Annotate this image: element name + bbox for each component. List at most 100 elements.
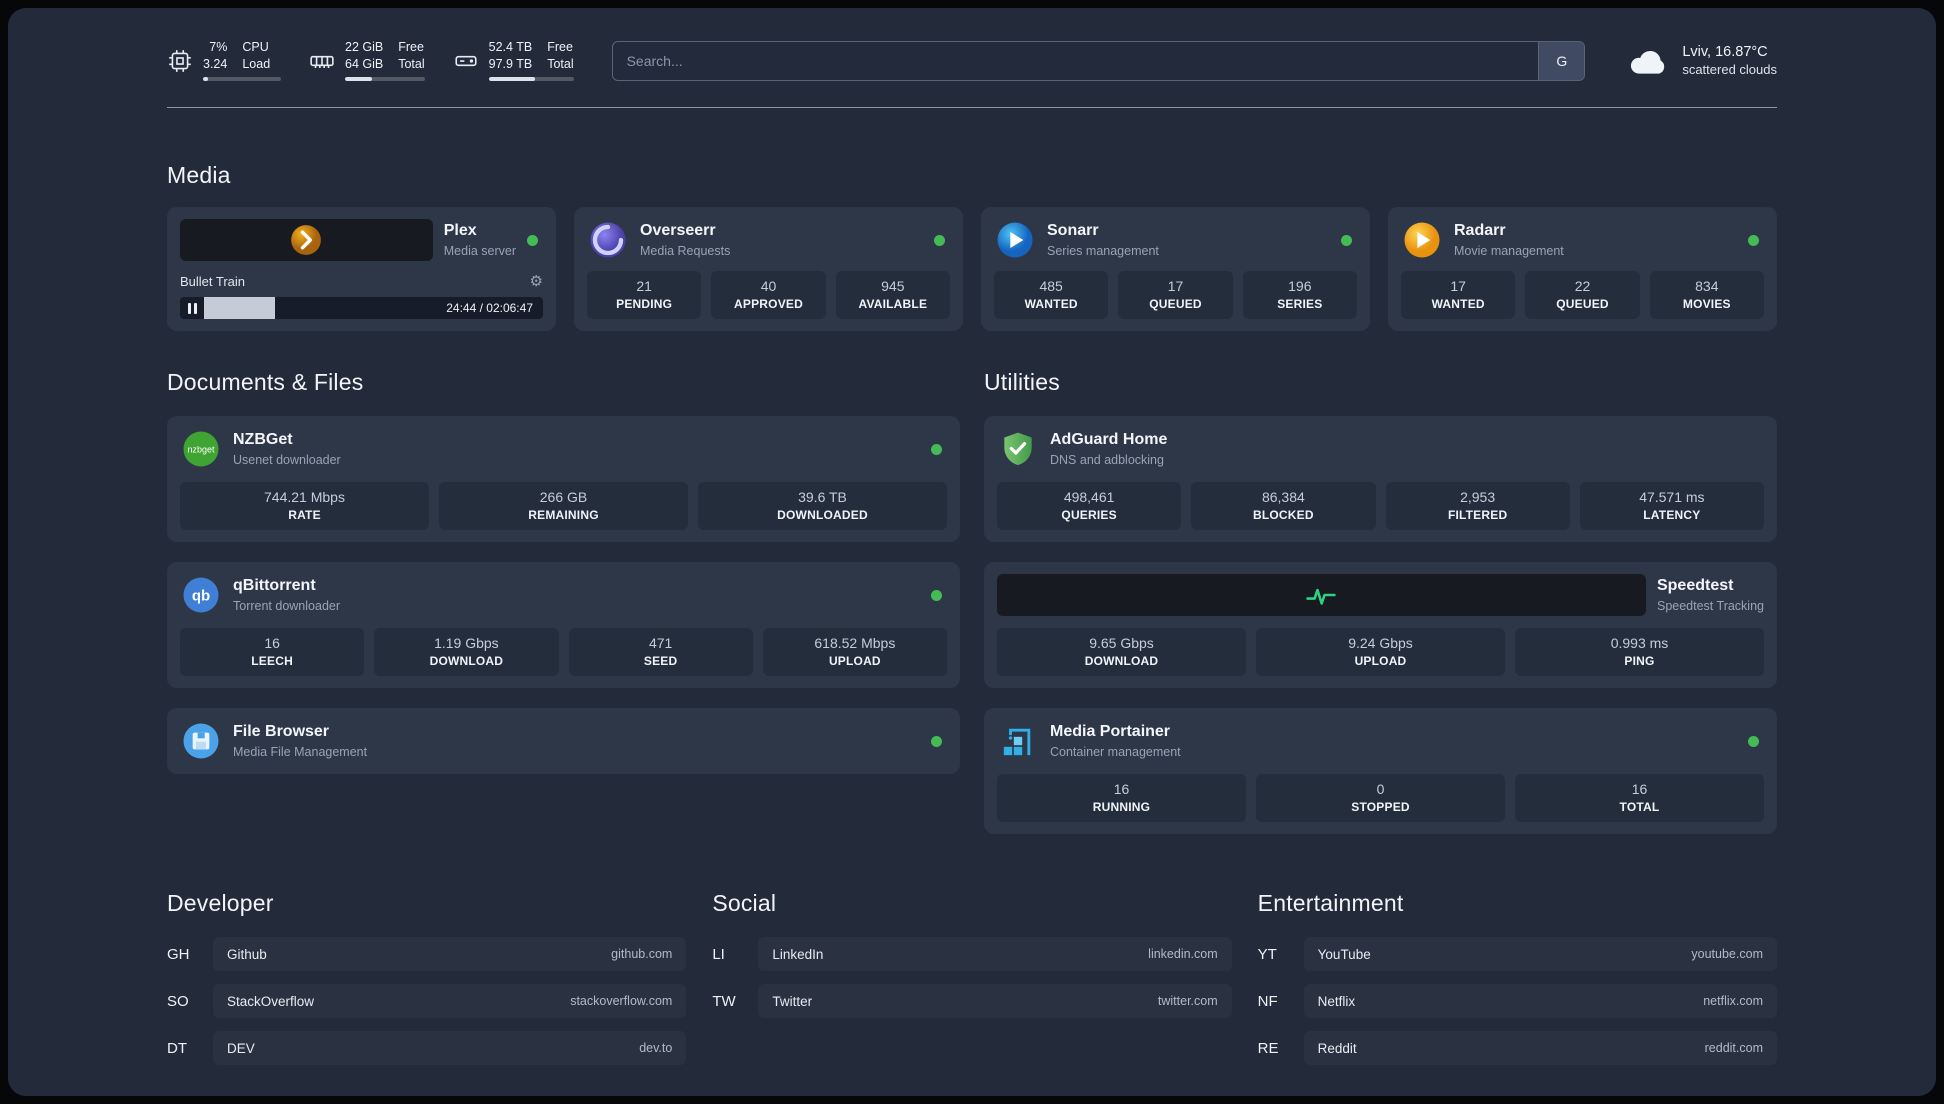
stat-seed: 471 SEED	[568, 628, 753, 676]
app-subtitle: Container management	[1050, 744, 1181, 759]
app-name: Sonarr	[1047, 222, 1099, 240]
stat-downloaded: 39.6 TB DOWNLOADED	[698, 482, 947, 530]
stat-queued: 17 QUEUED	[1118, 271, 1233, 319]
gear-icon[interactable]: ⚙	[530, 272, 543, 290]
section-title-utilities: Utilities	[984, 369, 1060, 395]
stat-download: 9.65 Gbps DOWNLOAD	[997, 628, 1246, 676]
section-title-entertainment: Entertainment	[1257, 890, 1404, 916]
status-dot	[931, 735, 942, 747]
app-card-overseerr[interactable]: Overseerr Media Requests 21 PENDING 40 APP…	[574, 207, 963, 331]
cpu-usage-value: 7%	[209, 40, 228, 54]
app-subtitle: Media server	[443, 243, 516, 258]
app-card-qbittorrent[interactable]: qb qBittorrent Torrent downloader 16 LEE…	[167, 562, 960, 688]
player-time: 24:44 / 02:06:47	[446, 301, 533, 315]
cpu-icon	[167, 48, 193, 74]
app-card-filebrowser[interactable]: File Browser Media File Management	[167, 708, 960, 774]
stat-stopped: 0 STOPPED	[1256, 774, 1505, 822]
overseerr-icon	[587, 219, 629, 261]
app-subtitle: Speedtest Tracking	[1656, 598, 1764, 613]
bookmark-abbr: GH	[167, 945, 190, 963]
filebrowser-icon	[180, 720, 222, 762]
stat-available: 945 AVAILABLE	[835, 271, 950, 319]
status-dot	[1341, 234, 1352, 246]
app-card-adguard[interactable]: AdGuard Home DNS and adblocking 498,461 Q…	[984, 416, 1777, 542]
pause-icon[interactable]	[188, 302, 197, 314]
search-input[interactable]	[612, 41, 1539, 80]
weather-location: Lviv, 16.87°C	[1682, 44, 1768, 60]
disk-total-value: 97.9 TB	[488, 57, 533, 71]
bookmark-link-reddit[interactable]: Reddit reddit.com	[1303, 1031, 1777, 1065]
qbittorrent-icon: qb	[180, 574, 222, 616]
bookmark-row-reddit: RE Reddit reddit.com	[1258, 1031, 1777, 1065]
ram-free-value: 22 GiB	[345, 40, 384, 54]
section-title-social: Social	[712, 890, 777, 916]
app-name: Speedtest	[1656, 577, 1734, 595]
status-dot	[1748, 735, 1759, 747]
disk-total-label: Total	[547, 57, 574, 71]
app-card-radarr[interactable]: Radarr Movie management 17 WANTED 22 QUEUE…	[1388, 207, 1777, 331]
stat-queries: 498,461 QUERIES	[997, 482, 1182, 530]
disk-icon	[453, 48, 479, 74]
stat-remaining: 266 GB REMAINING	[439, 482, 688, 530]
section-title-developer: Developer	[167, 890, 274, 916]
sonarr-icon	[994, 219, 1036, 261]
search-bar: G	[611, 40, 1586, 81]
app-card-nzbget[interactable]: nzbget NZBGet Usenet downloader 744.21 M…	[167, 416, 960, 542]
system-metrics: 7% 3.24 CPU Load 22 GiB 64 GiB Free Tota…	[167, 40, 574, 81]
bookmark-group-social: Social LI LinkedIn linkedin.com TW Twitt…	[712, 890, 1232, 1065]
app-card-portainer[interactable]: Media Portainer Container management 16 R…	[984, 708, 1777, 834]
stat-rate: 744.21 Mbps RATE	[180, 482, 429, 530]
ram-free-label: Free	[398, 40, 424, 54]
app-name: Plex	[443, 222, 477, 240]
cloud-icon	[1627, 46, 1669, 76]
cpu-progress-bar	[203, 77, 281, 81]
status-dot	[931, 443, 942, 455]
bookmark-link-twitter[interactable]: Twitter twitter.com	[758, 984, 1232, 1018]
weather-condition: scattered clouds	[1682, 62, 1777, 77]
app-card-sonarr[interactable]: Sonarr Series management 485 WANTED 17 QUE…	[981, 207, 1370, 331]
bookmark-row-netflix: NF Netflix netflix.com	[1258, 984, 1777, 1018]
stat-wanted: 17 WANTED	[1401, 271, 1516, 319]
bookmark-link-github[interactable]: Github github.com	[213, 937, 687, 971]
status-dot	[527, 234, 538, 246]
app-subtitle: Torrent downloader	[233, 598, 341, 613]
search-engine-button[interactable]: G	[1538, 41, 1585, 80]
plex-icon	[180, 219, 433, 261]
disk-free-label: Free	[547, 40, 573, 54]
app-card-speedtest[interactable]: Speedtest Speedtest Tracking 9.65 Gbps DO…	[984, 562, 1777, 688]
topbar-divider	[167, 107, 1777, 108]
bookmark-abbr: SO	[167, 992, 189, 1010]
svg-text:nzbget: nzbget	[187, 444, 215, 454]
player-progress-bar[interactable]: 24:44 / 02:06:47	[180, 297, 543, 319]
stat-approved: 40 APPROVED	[711, 271, 826, 319]
app-name: Media Portainer	[1050, 723, 1171, 741]
app-subtitle: Media Requests	[640, 243, 731, 258]
bookmark-abbr: DT	[167, 1039, 187, 1057]
bookmark-abbr: TW	[712, 992, 736, 1010]
app-name: Overseerr	[640, 222, 716, 240]
disk-metric: 52.4 TB 97.9 TB Free Total	[453, 40, 574, 81]
ram-total-value: 64 GiB	[345, 57, 384, 71]
app-subtitle: Media File Management	[233, 744, 368, 759]
bookmark-link-linkedin[interactable]: LinkedIn linkedin.com	[758, 937, 1232, 971]
utilities-column: Utilities AdGuard Home DNS and adblockin…	[984, 369, 1777, 834]
bookmark-row-dev: DT DEV dev.to	[167, 1031, 687, 1065]
ram-icon	[309, 48, 335, 74]
bookmark-link-youtube[interactable]: YouTube youtube.com	[1303, 937, 1777, 971]
stat-queued: 22 QUEUED	[1525, 271, 1640, 319]
stat-ping: 0.993 ms PING	[1515, 628, 1764, 676]
nzbget-icon: nzbget	[180, 428, 222, 470]
disk-progress-bar	[488, 77, 574, 81]
stat-leech: 16 LEECH	[180, 628, 365, 676]
now-playing-title: Bullet Train	[180, 273, 246, 289]
app-card-plex[interactable]: Plex Media server Bullet Train ⚙ 24:44 /…	[167, 207, 556, 331]
bookmark-link-dev[interactable]: DEV dev.to	[213, 1031, 687, 1065]
status-dot	[1748, 234, 1759, 246]
bookmark-link-netflix[interactable]: Netflix netflix.com	[1303, 984, 1777, 1018]
bookmark-link-stackoverflow[interactable]: StackOverflow stackoverflow.com	[213, 984, 687, 1018]
bookmark-group-developer: Developer GH Github github.com SO StackO…	[167, 890, 687, 1065]
cpu-load-value: 3.24	[203, 57, 228, 71]
cpu-label: CPU	[242, 40, 269, 54]
app-subtitle: DNS and adblocking	[1050, 452, 1164, 467]
player-progress-fill	[204, 297, 275, 319]
